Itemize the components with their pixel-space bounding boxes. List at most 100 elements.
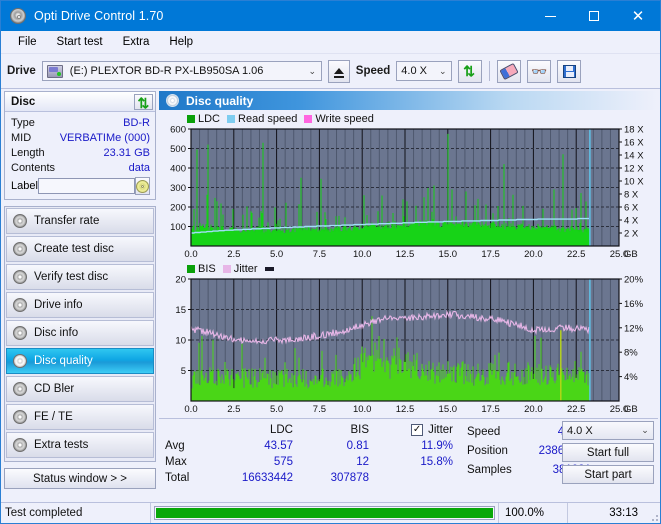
tools-button[interactable]: 👓 <box>527 59 552 83</box>
disc-label-key: Label <box>11 180 38 192</box>
sidebar-item-label: FE / TE <box>34 411 73 423</box>
drive-select[interactable]: (E:) PLEXTOR BD-R PX-LB950SA 1.06 ⌄ <box>41 61 322 81</box>
sidebar-item-label: Drive info <box>34 299 83 311</box>
sidebar-item-fe-te[interactable]: FE / TE <box>6 404 154 430</box>
status-window-button[interactable]: Status window > > <box>4 468 156 489</box>
drive-icon <box>46 64 63 78</box>
menu-extra[interactable]: Extra <box>114 34 159 50</box>
close-button[interactable]: ✕ <box>616 1 660 31</box>
start-full-button[interactable]: Start full <box>562 443 654 462</box>
svg-text:20: 20 <box>175 275 186 286</box>
toolbar-divider <box>489 61 491 81</box>
svg-text:2.5: 2.5 <box>227 249 240 260</box>
sidebar-item-verify-test-disc[interactable]: Verify test disc <box>6 264 154 290</box>
jitter-checkbox[interactable]: ✓ <box>411 423 424 436</box>
svg-text:400: 400 <box>170 164 186 175</box>
cell-total-bis: 307878 <box>330 471 369 484</box>
svg-text:15: 15 <box>175 305 186 316</box>
sidebar-item-cd-bler[interactable]: CD Bler <box>6 376 154 402</box>
menu-bar: File Start test Extra Help <box>1 31 660 54</box>
disc-row-type-value: BD-R <box>123 116 150 129</box>
svg-text:15.0: 15.0 <box>439 249 458 260</box>
sidebar-item-drive-info[interactable]: Drive info <box>6 292 154 318</box>
maximize-button[interactable] <box>572 1 616 31</box>
legend-label: Write speed <box>315 112 374 125</box>
svg-text:20%: 20% <box>624 275 644 286</box>
disc-label-input[interactable] <box>37 178 135 194</box>
svg-text:2 X: 2 X <box>624 229 639 240</box>
disc-icon <box>10 8 26 24</box>
disc-icon <box>13 354 27 368</box>
svg-text:10.0: 10.0 <box>353 249 372 260</box>
svg-text:17.5: 17.5 <box>481 404 500 415</box>
disc-panel-title: Disc <box>11 95 36 108</box>
legend-label: BIS <box>198 262 216 275</box>
jitter-label: Jitter <box>428 423 453 436</box>
resize-grip[interactable] <box>646 503 660 523</box>
svg-text:0.0: 0.0 <box>184 249 197 260</box>
svg-text:22.5: 22.5 <box>567 404 586 415</box>
svg-text:22.5: 22.5 <box>567 249 586 260</box>
col-header-ldc: LDC <box>269 423 293 436</box>
speed-select[interactable]: 4.0 X ⌄ <box>396 61 453 81</box>
svg-text:10.0: 10.0 <box>353 404 372 415</box>
svg-text:10 X: 10 X <box>624 177 644 188</box>
chevron-down-icon: ⌄ <box>641 425 649 435</box>
disc-label-button[interactable] <box>134 177 150 195</box>
svg-text:7.5: 7.5 <box>313 249 326 260</box>
cell-total-ldc: 16633442 <box>241 471 293 484</box>
sidebar-item-disc-quality[interactable]: Disc quality <box>6 348 154 374</box>
error-stats-table: LDC BIS ✓ Jitter Avg 43.57 0.81 11.9% Ma… <box>165 422 457 484</box>
svg-text:12 X: 12 X <box>624 164 644 175</box>
stats-corner-cell <box>165 422 223 438</box>
legend-swatch-icon <box>227 114 236 123</box>
erase-button[interactable] <box>497 59 522 83</box>
sidebar-item-create-test-disc[interactable]: Create test disc <box>6 236 154 262</box>
disc-icon <box>13 270 27 284</box>
table-row: Max 575 12 15.8% <box>165 454 457 470</box>
svg-text:200: 200 <box>170 203 186 214</box>
svg-text:15.0: 15.0 <box>439 404 458 415</box>
sidebar-item-label: Verify test disc <box>34 271 109 283</box>
legend-label: LDC <box>198 112 221 125</box>
eject-icon <box>333 68 344 78</box>
disc-row-contents-value: data <box>128 161 150 174</box>
disc-icon <box>13 438 27 452</box>
save-button[interactable] <box>557 59 582 83</box>
col-header-bis: BIS <box>350 423 369 436</box>
disc-panel-header: Disc <box>5 92 155 112</box>
row-label-samples: Samples <box>467 463 512 476</box>
progress-fill <box>156 508 493 518</box>
eject-button[interactable] <box>327 59 350 83</box>
ldc-chart: LDC Read speed Write speed 100 200 300 400 5… <box>159 112 658 261</box>
disc-row-mid-value: VERBATIMe (000) <box>59 131 150 144</box>
svg-text:GB: GB <box>624 249 638 260</box>
sidebar-item-label: Disc quality <box>34 355 93 367</box>
sidebar-item-disc-info[interactable]: Disc info <box>6 320 154 346</box>
disc-refresh-button[interactable] <box>134 93 153 110</box>
menu-file[interactable]: File <box>9 34 46 50</box>
legend-label: Jitter <box>233 262 258 275</box>
svg-text:GB: GB <box>624 404 638 415</box>
disc-quality-icon <box>166 94 179 107</box>
menu-help[interactable]: Help <box>160 34 202 50</box>
speed-label: Speed <box>355 65 391 77</box>
start-part-button[interactable]: Start part <box>562 465 654 484</box>
disc-row-length-value: 23.31 GB <box>103 146 150 159</box>
svg-text:600: 600 <box>170 125 186 136</box>
sidebar-nav: Transfer rate Create test disc Verify te… <box>4 206 156 462</box>
disc-row-mid: MID VERBATIMe (000) <box>11 130 150 145</box>
sidebar-item-extra-tests[interactable]: Extra tests <box>6 432 154 458</box>
menu-start-test[interactable]: Start test <box>48 34 112 50</box>
svg-text:5.0: 5.0 <box>270 249 283 260</box>
goggles-icon: 👓 <box>531 63 548 79</box>
sidebar-item-label: Transfer rate <box>34 215 100 227</box>
sidebar-item-transfer-rate[interactable]: Transfer rate <box>6 208 154 234</box>
minimize-button[interactable] <box>528 1 572 31</box>
test-speed-select[interactable]: 4.0 X ⌄ <box>562 421 654 440</box>
chevron-down-icon: ⌄ <box>439 65 447 76</box>
legend-swatch-icon <box>187 264 195 273</box>
drive-select-value: (E:) PLEXTOR BD-R PX-LB950SA 1.06 <box>69 65 264 77</box>
refresh-button[interactable] <box>458 59 483 83</box>
legend-item-read-speed: Read speed <box>227 113 297 125</box>
